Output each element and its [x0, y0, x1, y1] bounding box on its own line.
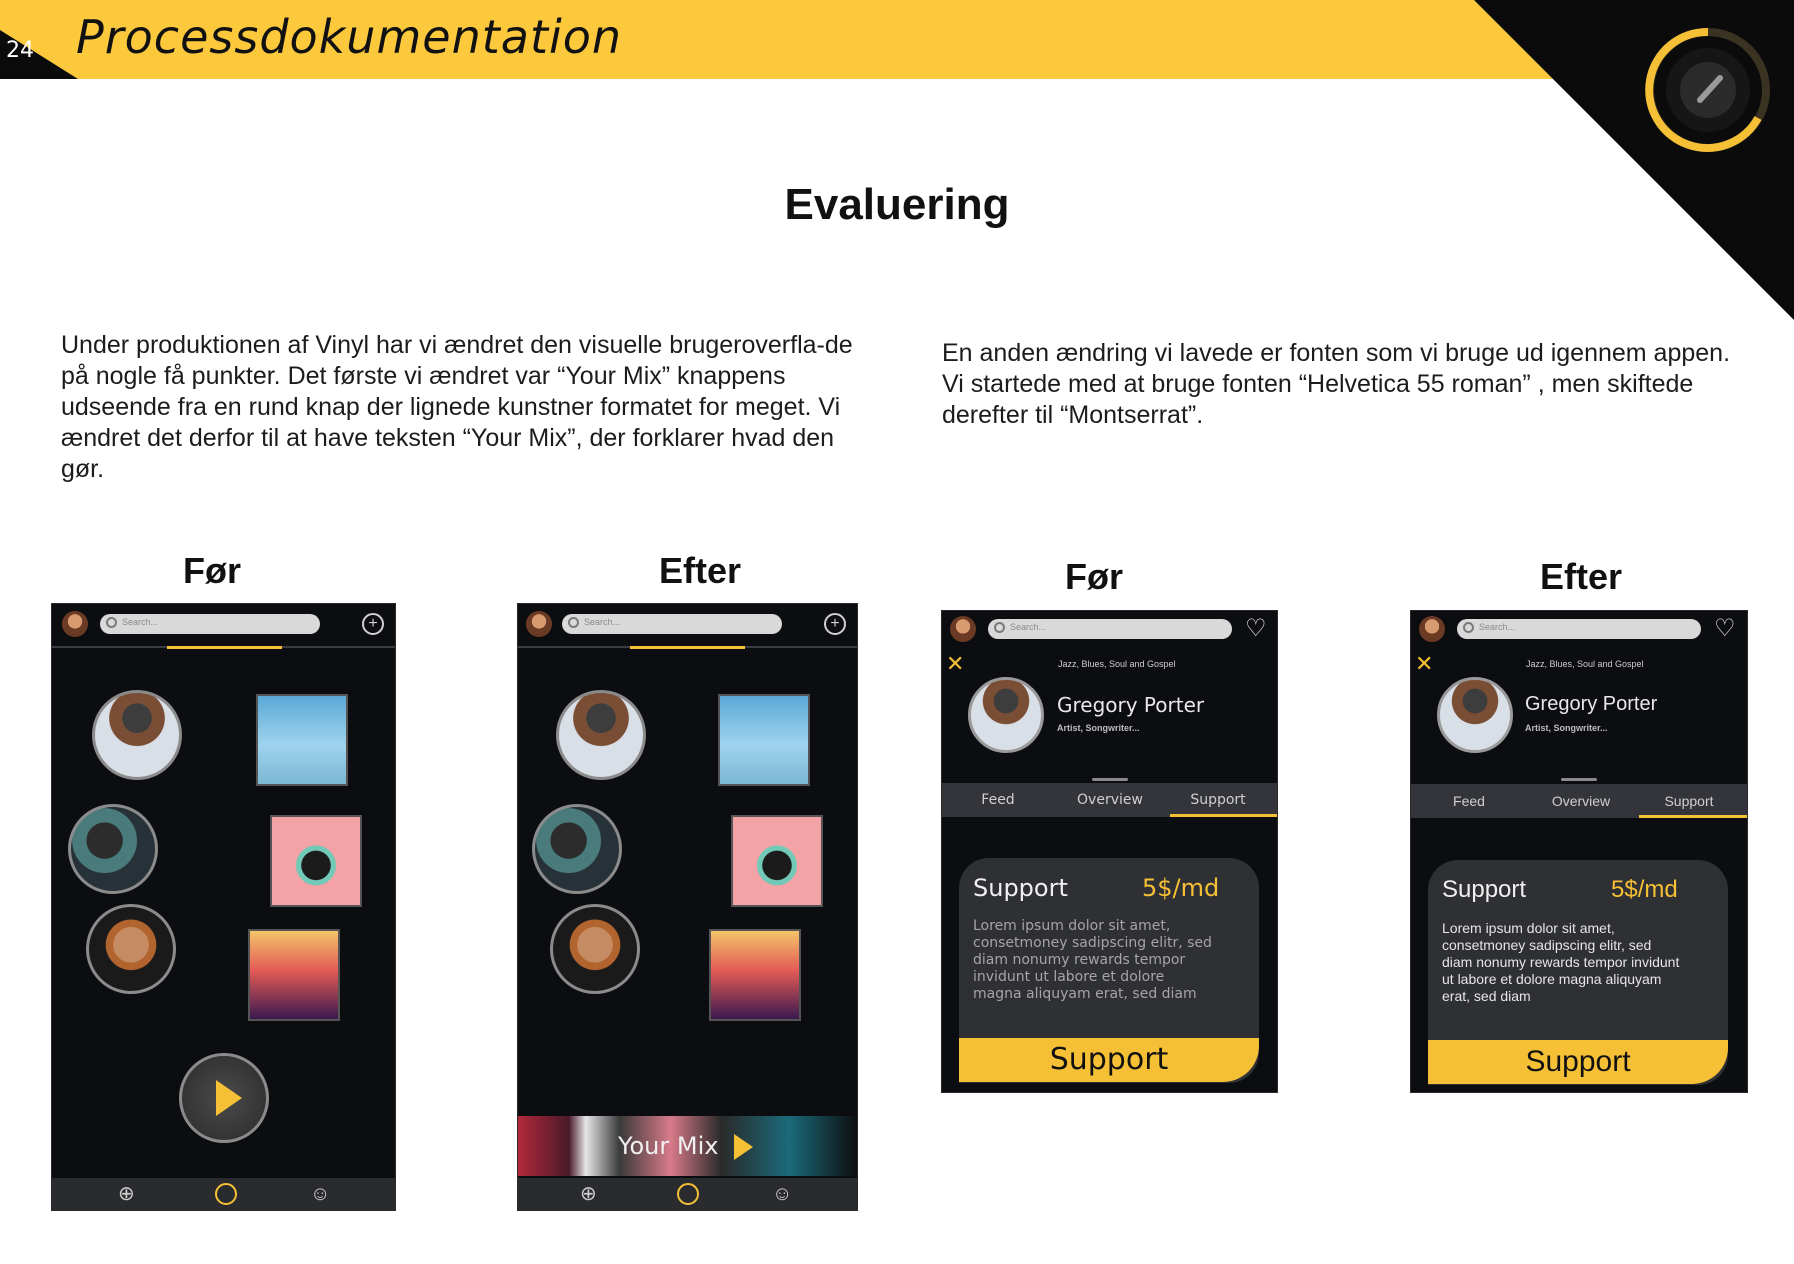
support-price: 5$/md [1611, 876, 1678, 903]
tab-feed[interactable]: Feed [1419, 793, 1519, 809]
profile-avatar[interactable] [62, 611, 88, 637]
paragraph-left: Under produktionen af Vinyl har vi ændre… [61, 331, 853, 483]
support-card-title: Support [973, 874, 1068, 902]
section-title: Evaluering [784, 180, 1010, 229]
bottom-nav: ⊕ ☺ [518, 1178, 857, 1210]
heart-icon[interactable]: ♡ [1245, 617, 1267, 641]
tab-support[interactable]: Support [1639, 793, 1739, 809]
tab-overview[interactable]: Overview [1060, 792, 1160, 808]
album-cover-pink[interactable] [731, 815, 823, 907]
home-ring-icon[interactable] [215, 1183, 237, 1205]
top-bar: Search... ♡ [1411, 611, 1747, 651]
album-cover-blue[interactable] [718, 694, 810, 786]
tab-bar: Feed Overview Support [942, 783, 1277, 817]
artist-name: Gregory Porter [1057, 693, 1205, 717]
active-tab-indicator [1170, 814, 1277, 817]
tab-overview[interactable]: Overview [1531, 793, 1631, 809]
search-placeholder: Search... [122, 617, 159, 627]
search-placeholder: Search... [1010, 622, 1047, 632]
globe-icon[interactable]: ⊕ [118, 1183, 135, 1205]
search-icon [106, 617, 117, 628]
tab-bar: Feed Overview Support [1411, 784, 1747, 818]
search-input[interactable]: Search... [1457, 619, 1701, 639]
album-cover-pink[interactable] [270, 815, 362, 907]
play-icon [734, 1134, 753, 1160]
phone-artist-after: Search... ♡ ✕ Jazz, Blues, Soul and Gosp… [1410, 610, 1748, 1093]
add-icon[interactable]: + [362, 613, 384, 635]
artist-circle-gorillaz[interactable] [532, 804, 622, 894]
phone-home-before: Search... + ⊕ ☺ [51, 603, 396, 1211]
play-icon [216, 1080, 242, 1116]
your-mix-strip[interactable]: Your Mix [518, 1116, 857, 1176]
search-input[interactable]: Search... [562, 614, 782, 634]
tab-indicator [167, 646, 282, 649]
top-bar: Search... ♡ [942, 611, 1277, 651]
label-before-1: Før [183, 550, 241, 591]
page-number: 24 [6, 38, 34, 63]
search-placeholder: Search... [584, 617, 621, 627]
tab-support[interactable]: Support [1168, 792, 1268, 808]
support-description: Lorem ipsum dolor sit amet, consetmoney … [1442, 920, 1680, 1004]
globe-icon[interactable]: ⊕ [580, 1183, 597, 1205]
support-button[interactable]: Support [959, 1038, 1259, 1082]
top-bar: Search... + [518, 604, 857, 644]
artist-name: Gregory Porter [1525, 693, 1658, 715]
search-placeholder: Search... [1479, 622, 1516, 632]
drag-handle[interactable] [1092, 778, 1128, 781]
vinyl-logo-icon [1645, 27, 1770, 152]
your-mix-label: Your Mix [618, 1132, 719, 1160]
support-description: Lorem ipsum dolor sit amet, consetmoney … [973, 918, 1212, 1002]
phone-artist-before: Search... ♡ ✕ Jazz, Blues, Soul and Gosp… [941, 610, 1278, 1093]
close-icon[interactable]: ✕ [946, 653, 964, 675]
artist-avatar [968, 677, 1044, 753]
support-button-label: Support [1049, 1042, 1169, 1077]
artist-subtitle: Artist, Songwriter... [1525, 723, 1608, 733]
label-before-2: Før [1065, 556, 1123, 597]
artist-circle-porter[interactable] [92, 690, 182, 780]
top-bar: Search... + [52, 604, 395, 644]
album-cover-blue[interactable] [256, 694, 348, 786]
drag-handle[interactable] [1561, 778, 1597, 781]
support-button-label: Support [1525, 1045, 1631, 1078]
active-tab-indicator [1639, 815, 1747, 818]
your-mix-round-button[interactable] [179, 1053, 269, 1143]
paragraph-right: En anden ændring vi lavede er fonten som… [942, 339, 1731, 429]
artist-subtitle: Artist, Songwriter... [1057, 723, 1140, 733]
user-icon[interactable]: ☺ [772, 1183, 792, 1205]
tab-indicator [630, 646, 745, 649]
artist-circle-gorillaz[interactable] [68, 804, 158, 894]
label-after-1: Efter [658, 550, 742, 591]
artist-avatar [1437, 677, 1513, 753]
bottom-nav: ⊕ ☺ [52, 1178, 395, 1210]
support-card-title: Support [1442, 876, 1527, 903]
search-icon [568, 617, 579, 628]
artist-circle-ed[interactable] [550, 904, 640, 994]
search-input[interactable]: Search... [988, 619, 1232, 639]
artist-circle-ed[interactable] [86, 904, 176, 994]
page-title: Processdokumentation [76, 10, 623, 64]
search-icon [1463, 622, 1474, 633]
close-icon[interactable]: ✕ [1415, 653, 1433, 675]
profile-avatar[interactable] [1419, 616, 1445, 642]
heart-icon[interactable]: ♡ [1714, 617, 1736, 641]
phone-home-after: Search... + Your Mix ⊕ ☺ [517, 603, 858, 1211]
genre-label: Jazz, Blues, Soul and Gospel [1058, 659, 1176, 669]
profile-avatar[interactable] [526, 611, 552, 637]
artist-circle-porter[interactable] [556, 690, 646, 780]
album-cover-sunset[interactable] [709, 929, 801, 1021]
genre-label: Jazz, Blues, Soul and Gospel [1526, 659, 1644, 669]
support-price: 5$/md [1142, 874, 1220, 902]
support-button[interactable]: Support [1428, 1040, 1728, 1084]
add-icon[interactable]: + [824, 613, 846, 635]
profile-avatar[interactable] [950, 616, 976, 642]
search-icon [994, 622, 1005, 633]
search-input[interactable]: Search... [100, 614, 320, 634]
support-card: Support 5$/md Lorem ipsum dolor sit amet… [1428, 860, 1728, 1085]
support-card: Support 5$/md Lorem ipsum dolor sit amet… [959, 858, 1259, 1083]
home-ring-icon[interactable] [677, 1183, 699, 1205]
label-after-2: Efter [1539, 556, 1623, 597]
album-cover-sunset[interactable] [248, 929, 340, 1021]
tab-feed[interactable]: Feed [948, 792, 1048, 808]
user-icon[interactable]: ☺ [310, 1183, 330, 1205]
